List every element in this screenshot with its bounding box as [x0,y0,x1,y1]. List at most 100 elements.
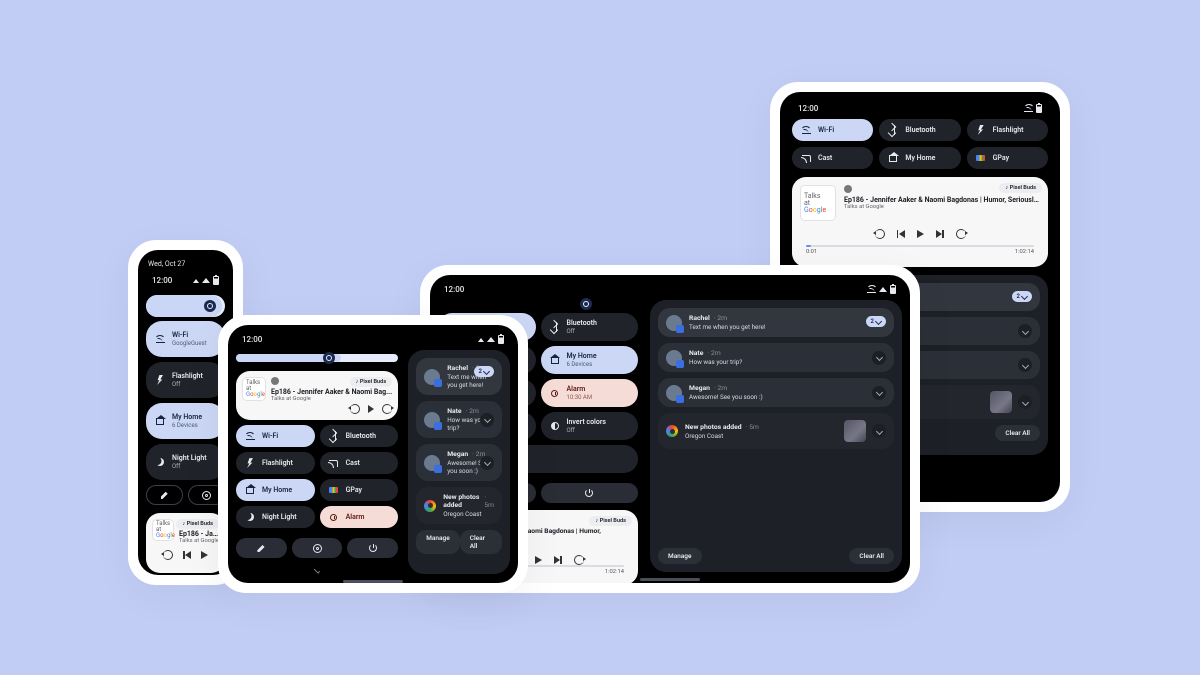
chevron-down-icon[interactable] [314,567,320,573]
expand-icon[interactable] [480,413,494,427]
edit-button[interactable] [146,485,183,505]
expand-icon[interactable] [1018,358,1032,372]
clear-all-button[interactable]: Clear All [460,530,502,554]
notification-item[interactable]: New photos added· 5mOregon Coast [658,413,894,449]
power-button[interactable] [541,483,639,503]
tile-wifi[interactable]: Wi-Fi [792,119,873,141]
expand-icon[interactable] [480,456,494,470]
tile-gpay[interactable]: GPay [967,147,1048,169]
media-card[interactable]: ♪ Pixel Buds TalksatGoogle Ep186 - Jac..… [146,513,225,573]
moon-icon [156,458,164,466]
rewind-icon[interactable] [350,404,360,414]
clear-all-button[interactable]: Clear All [849,548,894,564]
avatar [666,385,682,401]
media-card[interactable]: ♪ Pixel Buds TalksatGoogle Ep186 - Jenni… [792,177,1048,267]
tile-alarm[interactable]: Alarm10:30 AM [541,379,639,407]
group-badge[interactable]: 2 [474,366,494,377]
photos-icon [424,500,436,512]
manage-button[interactable]: Manage [658,548,702,564]
notification-item[interactable]: Rachel· 2m Text me when you get here! 2 [416,358,502,395]
pencil-icon [161,491,169,499]
media-subtitle: Talks at Google [844,204,1040,210]
signal-icon [487,337,495,342]
previous-icon[interactable] [183,551,191,559]
tile-flashlight[interactable]: Flashlight [967,119,1048,141]
expand-icon[interactable] [1018,324,1032,338]
seekbar[interactable] [806,245,1034,247]
nav-handle[interactable] [640,578,700,581]
next-icon[interactable] [554,556,562,564]
notification-item[interactable]: New photos added· 5mOregon Coast [416,487,502,524]
tile-my-home[interactable]: My Home6 Devices [146,403,225,439]
expand-icon[interactable] [872,424,886,438]
play-icon[interactable] [535,556,542,564]
forward-icon[interactable] [956,229,966,239]
tile-invert-colors[interactable]: Invert colorsOff [541,412,639,440]
tile-flashlight[interactable]: FlashlightOff [146,362,225,398]
tile-night-light[interactable]: Night LightOff [146,444,225,480]
tile-wifi[interactable]: Wi-Fi [236,425,315,447]
rewind-icon[interactable] [163,550,173,560]
brightness-slider[interactable] [236,354,398,362]
tile-my-home[interactable]: My Home6 Devices [541,346,639,374]
tile-gpay[interactable]: GPay [320,479,399,501]
nav-handle[interactable] [343,580,403,583]
media-subtitle: Talks at Google [271,396,392,402]
notification-item[interactable]: Megan· 2mAwesome! See you soon :) [416,444,502,481]
signal-icon [193,279,199,283]
album-art: TalksatGoogle [242,377,266,401]
edit-button[interactable] [236,538,287,558]
previous-icon[interactable] [897,230,905,238]
power-button[interactable] [347,538,398,558]
invert-icon [551,422,559,430]
media-card[interactable]: ♪ Pixel Buds TalksatGoogle Ep186 - Jenni… [236,371,398,420]
notification-item[interactable]: Nate· 2mHow was your trip? [416,401,502,438]
tile-cast[interactable]: Cast [320,452,399,474]
tile-my-home[interactable]: My Home [879,147,960,169]
tile-flashlight[interactable]: Flashlight [236,452,315,474]
alarm-icon [551,390,558,397]
tile-bluetooth[interactable]: BluetoothOff [541,313,639,341]
signal-icon [202,278,210,283]
cast-icon [329,460,338,467]
tile-wifi[interactable]: Wi-FiGoogleGuest [146,321,225,357]
output-chip[interactable]: ♪ Pixel Buds [350,377,393,387]
play-icon[interactable] [201,551,208,559]
group-badge[interactable]: 2 [1012,291,1032,302]
media-title: Ep186 - Jac... [179,530,219,538]
tile-cast[interactable]: Cast [792,147,873,169]
tile-my-home[interactable]: My Home [236,479,315,501]
manage-button[interactable]: Manage [416,530,460,554]
expand-icon[interactable] [872,351,886,365]
play-icon[interactable] [368,405,374,413]
next-icon[interactable] [936,230,944,238]
media-title: Ep186 - Jennifer Aaker & Naomi Bag... [271,388,392,396]
home-icon [246,487,254,494]
tile-alarm[interactable]: Alarm [320,506,399,528]
expand-icon[interactable] [872,386,886,400]
settings-button[interactable] [292,538,343,558]
expand-icon[interactable] [1018,395,1032,409]
home-icon [156,418,164,425]
brightness-slider[interactable] [146,295,225,317]
alarm-icon [330,514,337,521]
brightness-icon [326,355,332,361]
notification-panel: Rachel· 2mText me when you get here! 2 N… [650,300,902,572]
tile-bluetooth[interactable]: Bluetooth [320,425,399,447]
battery-icon [498,335,504,344]
clear-all-button[interactable]: Clear All [995,425,1040,441]
output-chip[interactable]: ♪ Pixel Buds [176,519,219,529]
notification-item[interactable]: Rachel· 2mText me when you get here! 2 [658,308,894,337]
group-badge[interactable]: 2 [866,316,886,327]
rewind-icon[interactable] [875,229,885,239]
forward-icon[interactable] [574,555,584,565]
notification-item[interactable]: Megan· 2mAwesome! See you soon :) [658,378,894,407]
output-chip[interactable]: ♪ Pixel Buds [589,516,632,526]
forward-icon[interactable] [382,404,392,414]
output-chip[interactable]: ♪ Pixel Buds [999,183,1042,193]
notification-item[interactable]: Nate· 2mHow was your trip? [658,343,894,372]
tile-night-light[interactable]: Night Light [236,506,315,528]
pencil-icon [257,544,265,552]
play-icon[interactable] [917,230,924,238]
tile-bluetooth[interactable]: Bluetooth [879,119,960,141]
